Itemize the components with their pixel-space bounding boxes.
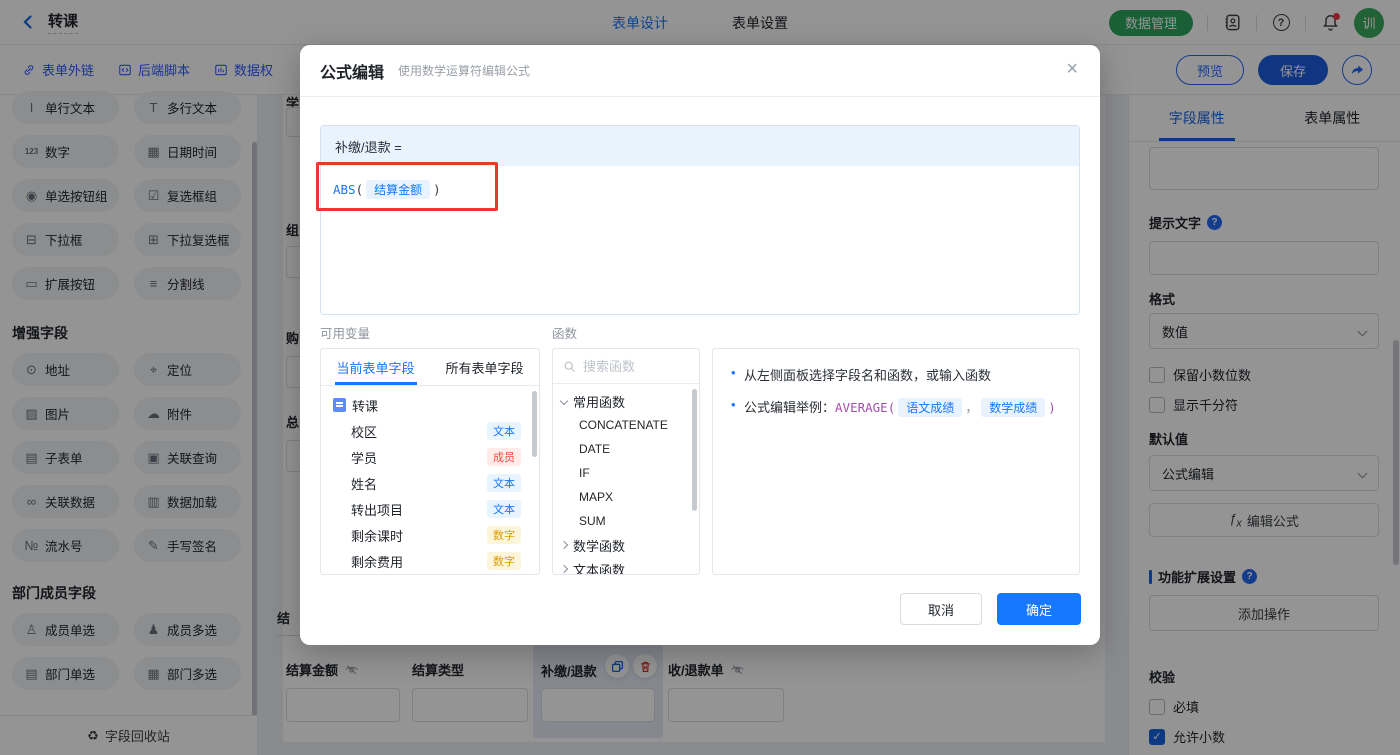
variable-row[interactable]: 剩余费用 数字	[321, 548, 539, 574]
tab-current-form-fields[interactable]: 当前表单字段	[321, 349, 430, 385]
paren-close: )	[433, 182, 441, 197]
group-common-functions[interactable]: 常用函数	[553, 389, 699, 413]
paren-open: (	[355, 182, 364, 197]
formula-editor-modal: 公式编辑 使用数学运算符编辑公式 × 补缴/退款 = ABS(结算金额) 可用变…	[300, 45, 1100, 645]
example-chip: 数学成绩	[981, 398, 1046, 417]
type-badge: 数字	[487, 552, 521, 570]
group-label: 数学函数	[573, 538, 626, 554]
function-item[interactable]: IF	[553, 461, 699, 485]
group-label: 文本函数	[573, 562, 626, 575]
confirm-button[interactable]: 确定	[997, 593, 1081, 625]
example-paren-close: )	[1048, 400, 1056, 415]
type-badge: 成员	[487, 448, 521, 466]
group-label: 常用函数	[573, 394, 626, 410]
modal-title: 公式编辑	[320, 64, 385, 82]
close-icon[interactable]: ×	[1066, 59, 1078, 79]
variable-row[interactable]: 剩余课时 数字	[321, 522, 539, 548]
function-search-input[interactable]	[583, 358, 683, 374]
average-function: AVERAGE(	[835, 400, 896, 415]
formula-function: ABS	[333, 182, 356, 197]
help-line-1: 从左侧面板选择字段名和函数，或输入函数	[731, 365, 1063, 384]
variable-row[interactable]: 学员 成员	[321, 444, 539, 470]
help-example-prefix: 公式编辑举例：	[744, 400, 836, 415]
type-badge: 文本	[487, 474, 521, 492]
functions-panel: 常用函数 CONCATENATE DATE IF MAPX SUM 数学函数 文…	[552, 348, 700, 575]
function-tree: 常用函数 CONCATENATE DATE IF MAPX SUM 数学函数 文…	[553, 384, 699, 575]
formula-editor: 补缴/退款 = ABS(结算金额)	[320, 125, 1080, 315]
example-chip: 语文成绩	[898, 398, 963, 417]
variable-name: 剩余课时	[351, 528, 404, 544]
formula-help-panel: 从左侧面板选择字段名和函数，或输入函数 公式编辑举例：AVERAGE(语文成绩，…	[712, 348, 1080, 575]
app-screen: 转课 表单设计 表单设置 数据管理 ? 训 表单外链 后端脚本 数据权 预览 保…	[0, 0, 1400, 755]
modal-header: 公式编辑 使用数学运算符编辑公式 ×	[300, 45, 1100, 97]
tree-root-label: 转课	[352, 398, 379, 414]
function-item[interactable]: DATE	[553, 437, 699, 461]
variables-scrollbar[interactable]	[532, 391, 537, 457]
variable-row[interactable]: 姓名 文本	[321, 470, 539, 496]
variable-name: 学员	[351, 450, 378, 466]
function-item[interactable]: CONCATENATE	[553, 413, 699, 437]
variable-row[interactable]: 转出项目 文本	[321, 496, 539, 522]
help-line-2: 公式编辑举例：AVERAGE(语文成绩，数学成绩)	[731, 397, 1063, 417]
chevron-right-icon	[559, 540, 569, 550]
variables-tree: 转课 校区 文本 学员 成员 姓名 文本 转出项目 文本 剩余课时 数字 剩余费用 数字	[321, 386, 539, 574]
variable-name: 校区	[351, 424, 378, 440]
variable-name: 姓名	[351, 476, 378, 492]
function-item[interactable]: SUM	[553, 509, 699, 533]
field-chip: 结算金额	[366, 180, 431, 199]
functions-scrollbar[interactable]	[692, 389, 697, 511]
variable-name: 转出项目	[351, 502, 404, 518]
function-item[interactable]: MAPX	[553, 485, 699, 509]
modal-subtitle: 使用数学运算符编辑公式	[398, 64, 531, 78]
variables-panel: 当前表单字段 所有表单字段 转课 校区 文本 学员 成员 姓名 文本 转出项目 文本 剩…	[320, 348, 540, 575]
type-badge: 文本	[487, 422, 521, 440]
tree-root-form[interactable]: 转课	[321, 392, 539, 418]
functions-label: 函数	[552, 327, 578, 341]
type-badge: 文本	[487, 500, 521, 518]
chevron-down-icon	[559, 396, 569, 406]
group-text-functions[interactable]: 文本函数	[553, 557, 699, 575]
cancel-button[interactable]: 取消	[900, 593, 982, 625]
variable-name: 剩余费用	[351, 554, 404, 570]
form-doc-icon	[333, 398, 346, 412]
example-comma: ，	[965, 400, 979, 415]
type-badge: 数字	[487, 526, 521, 544]
formula-input-area[interactable]: ABS(结算金额)	[321, 166, 1079, 314]
search-icon	[564, 361, 575, 372]
variables-tabs: 当前表单字段 所有表单字段	[321, 349, 539, 386]
tab-all-form-fields[interactable]: 所有表单字段	[430, 349, 539, 385]
variable-row[interactable]: 校区 文本	[321, 418, 539, 444]
function-search	[553, 349, 699, 384]
chevron-right-icon	[559, 564, 569, 574]
variables-label: 可用变量	[320, 327, 371, 341]
formula-target: 补缴/退款 =	[321, 126, 1079, 166]
group-math-functions[interactable]: 数学函数	[553, 533, 699, 557]
